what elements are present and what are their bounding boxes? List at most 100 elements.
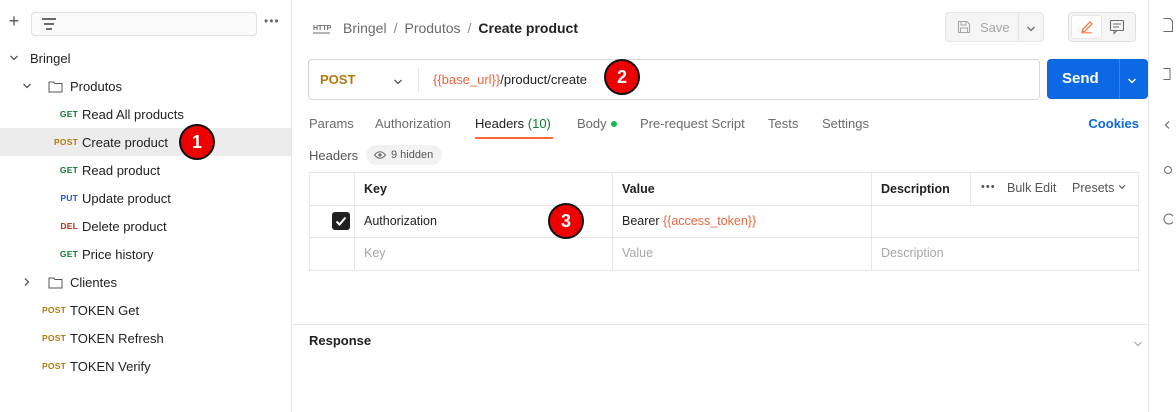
tree-request-token-refresh[interactable]: POST TOKEN Refresh <box>0 324 291 352</box>
request-label: TOKEN Refresh <box>70 330 164 346</box>
tree-request-token-get[interactable]: POST TOKEN Get <box>0 296 291 324</box>
chevron-right-icon[interactable] <box>22 277 32 287</box>
tab-tests[interactable]: Tests <box>768 116 798 131</box>
info-icon[interactable] <box>1163 213 1175 228</box>
send-button[interactable]: Send <box>1047 59 1148 99</box>
chevron-down-icon[interactable] <box>1127 74 1137 89</box>
app-window: + ••• Bringel Produtos GET Read All prod… <box>0 0 1176 412</box>
headers-table: Key Value Description ••• Bulk Edit Pres… <box>309 172 1139 271</box>
headers-count: (10) <box>527 116 551 131</box>
hidden-count: 9 hidden <box>391 149 434 161</box>
url-bar: POST {{base_url}}/product/create <box>308 59 1040 100</box>
response-title[interactable]: Response <box>309 333 371 348</box>
chevron-down-icon[interactable] <box>393 75 403 90</box>
tree-folder-produtos[interactable]: Produtos <box>0 72 291 100</box>
more-options-icon[interactable]: ••• <box>264 14 280 28</box>
presets-label: Presets <box>1072 181 1115 195</box>
divider <box>354 173 355 270</box>
header-enabled-checkbox[interactable] <box>332 212 350 230</box>
request-label: TOKEN Verify <box>70 358 151 374</box>
url-input[interactable]: {{base_url}}/product/create <box>433 72 587 87</box>
comment-icon[interactable] <box>1109 19 1125 38</box>
header-key-cell[interactable]: Authorization <box>364 214 437 228</box>
divider <box>1119 59 1120 99</box>
method-select[interactable]: POST <box>320 72 355 87</box>
status-dot <box>610 121 617 127</box>
header-value-cell[interactable]: Bearer {{access_token}} <box>622 214 756 228</box>
divider <box>970 173 971 205</box>
eye-icon <box>374 151 386 159</box>
method-badge: GET <box>59 165 78 175</box>
tree-request-create-product[interactable]: POST Create product <box>0 128 291 156</box>
sidebar-search-input[interactable] <box>31 12 257 36</box>
breadcrumb-separator: / <box>393 20 398 36</box>
right-sidebar <box>1148 0 1176 412</box>
annotation-badge: 3 <box>548 203 584 239</box>
tree-request-read-product[interactable]: GET Read product <box>0 156 291 184</box>
chevron-down-icon <box>1118 185 1126 189</box>
more-options-icon[interactable]: ••• <box>981 181 996 193</box>
breadcrumb-folder[interactable]: Produtos <box>404 20 460 36</box>
url-path: /product/create <box>500 72 587 87</box>
breadcrumb-workspace[interactable]: Bringel <box>343 20 387 36</box>
send-label: Send <box>1062 70 1099 87</box>
add-icon[interactable]: + <box>6 12 22 30</box>
tab-params[interactable]: Params <box>309 116 354 131</box>
tab-body[interactable]: Body <box>577 116 617 131</box>
tree-request-update-product[interactable]: PUT Update product <box>0 184 291 212</box>
request-label: Price history <box>82 246 154 262</box>
tree-folder-clientes[interactable]: Clientes <box>0 268 291 296</box>
tab-headers[interactable]: Headers (10) <box>475 116 551 131</box>
url-variable: {{base_url}} <box>433 72 501 87</box>
bulk-edit-button[interactable]: Bulk Edit <box>1007 181 1056 195</box>
chevron-down-icon[interactable] <box>1133 337 1143 352</box>
presets-dropdown[interactable]: Presets <box>1072 181 1126 195</box>
hidden-headers-toggle[interactable]: 9 hidden <box>366 145 443 165</box>
tab-body-label: Body <box>577 116 607 131</box>
sidebar: + ••• Bringel Produtos GET Read All prod… <box>0 0 292 412</box>
new-key-input[interactable]: Key <box>364 246 386 260</box>
header-value-prefix: Bearer <box>622 214 663 228</box>
column-header-key: Key <box>364 182 387 196</box>
new-value-input[interactable]: Value <box>622 246 653 260</box>
tab-headers-label: Headers <box>475 116 525 131</box>
divider <box>310 205 1138 206</box>
save-button[interactable]: Save <box>945 12 1044 42</box>
tree-request-price-history[interactable]: GET Price history <box>0 240 291 268</box>
request-label: Create product <box>82 134 168 150</box>
sidebar-toolbar: + ••• <box>0 0 292 44</box>
divider <box>418 68 419 92</box>
column-header-value: Value <box>622 182 655 196</box>
code-icon[interactable] <box>1163 68 1173 83</box>
new-description-input[interactable]: Description <box>881 246 944 260</box>
request-label: Update product <box>82 190 171 206</box>
tree-request-read-all[interactable]: GET Read All products <box>0 100 291 128</box>
view-toggle <box>1068 12 1136 42</box>
tree-workspace[interactable]: Bringel <box>0 44 291 72</box>
column-header-description: Description <box>881 182 950 196</box>
divider <box>310 237 1138 238</box>
headers-subtitle: Headers <box>309 148 359 163</box>
tab-settings[interactable]: Settings <box>822 116 869 131</box>
cookies-link[interactable]: Cookies <box>1088 116 1139 131</box>
document-icon[interactable] <box>1163 18 1173 35</box>
request-label: Read product <box>82 162 161 178</box>
request-label: TOKEN Get <box>70 302 140 318</box>
tab-authorization[interactable]: Authorization <box>375 116 451 131</box>
tree-request-delete-product[interactable]: DEL Delete product <box>0 212 291 240</box>
edit-mode-button[interactable] <box>1071 15 1102 39</box>
tab-pre-request-script[interactable]: Pre-request Script <box>640 116 745 131</box>
breadcrumb-current[interactable]: Create product <box>478 20 578 36</box>
request-label: Read All products <box>82 106 184 122</box>
method-badge: POST <box>42 361 66 371</box>
chevron-down-icon[interactable] <box>1026 22 1036 37</box>
breadcrumb: HTTP Bringel / Produtos / Create product <box>313 18 578 38</box>
chevron-left-icon[interactable] <box>1163 118 1173 133</box>
folder-icon <box>48 276 63 289</box>
filter-icon[interactable] <box>42 18 56 30</box>
light-bulb-icon[interactable] <box>1163 165 1173 180</box>
tree-request-token-verify[interactable]: POST TOKEN Verify <box>0 352 291 380</box>
chevron-down-icon[interactable] <box>9 53 19 63</box>
annotation-badge: 2 <box>604 59 640 95</box>
chevron-down-icon[interactable] <box>22 81 32 91</box>
